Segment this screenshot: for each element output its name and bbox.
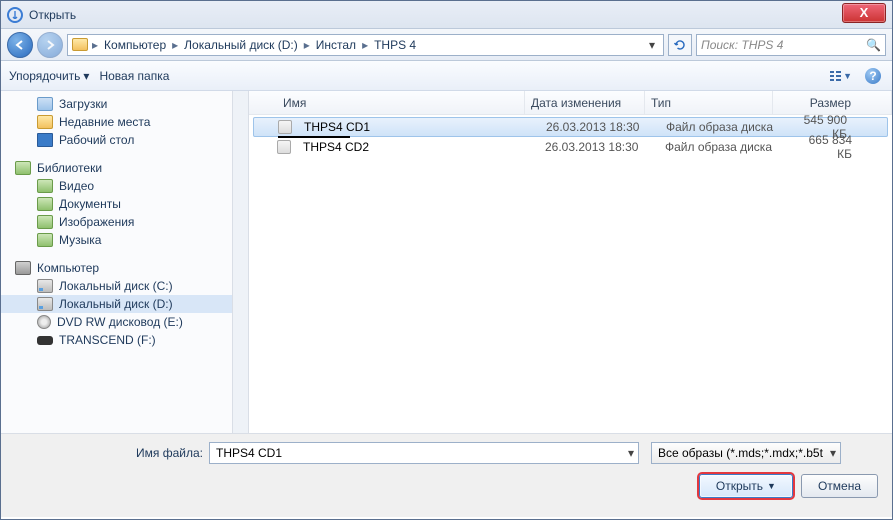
libraries-icon xyxy=(15,161,31,175)
cancel-button[interactable]: Отмена xyxy=(801,474,878,498)
navigation-tree: Загрузки Недавние места Рабочий стол Биб… xyxy=(1,91,233,433)
breadcrumb[interactable]: Инстал xyxy=(314,38,358,52)
column-size[interactable]: Размер xyxy=(773,91,892,114)
address-bar[interactable]: ▸ Компьютер ▸ Локальный диск (D:) ▸ Инст… xyxy=(67,34,664,56)
file-date: 26.03.2013 18:30 xyxy=(540,120,660,134)
video-icon xyxy=(37,179,53,193)
sidebar-group-libraries[interactable]: Библиотеки xyxy=(1,159,232,177)
drive-icon xyxy=(37,279,53,293)
breadcrumb[interactable]: Компьютер xyxy=(102,38,168,52)
file-size: 665 834 КБ xyxy=(787,133,892,161)
breadcrumb[interactable]: Локальный диск (D:) xyxy=(182,38,300,52)
sidebar-item-documents[interactable]: Документы xyxy=(1,195,232,213)
recent-icon xyxy=(37,115,53,129)
dvd-icon xyxy=(37,315,51,329)
sidebar-item-transcend[interactable]: TRANSCEND (F:) xyxy=(1,331,232,349)
breadcrumb[interactable]: THPS 4 xyxy=(372,38,418,52)
navigation-bar: ▸ Компьютер ▸ Локальный диск (D:) ▸ Инст… xyxy=(1,29,892,61)
back-button[interactable] xyxy=(7,32,33,58)
search-input[interactable]: Поиск: THPS 4 🔍 xyxy=(696,34,886,56)
help-button[interactable]: ? xyxy=(862,65,884,87)
file-type: Файл образа диска xyxy=(659,140,787,154)
file-date: 26.03.2013 18:30 xyxy=(539,140,659,154)
dialog-body: Загрузки Недавние места Рабочий стол Биб… xyxy=(1,91,892,433)
sidebar-item-recent[interactable]: Недавние места xyxy=(1,113,232,131)
new-folder-button[interactable]: Новая папка xyxy=(99,69,169,83)
chevron-right-icon[interactable]: ▸ xyxy=(170,38,180,52)
sidebar-item-drive-d[interactable]: Локальный диск (D:) xyxy=(1,295,232,313)
column-name[interactable]: Имя xyxy=(277,91,525,114)
column-date[interactable]: Дата изменения xyxy=(525,91,645,114)
sidebar-item-pictures[interactable]: Изображения xyxy=(1,213,232,231)
sidebar-group-computer[interactable]: Компьютер xyxy=(1,259,232,277)
help-icon: ? xyxy=(865,68,881,84)
chevron-right-icon[interactable]: ▸ xyxy=(90,38,100,52)
close-button[interactable]: X xyxy=(842,3,886,23)
chevron-right-icon[interactable]: ▸ xyxy=(302,38,312,52)
sidebar-item-video[interactable]: Видео xyxy=(1,177,232,195)
chevron-right-icon[interactable]: ▸ xyxy=(360,38,370,52)
refresh-button[interactable] xyxy=(668,34,692,56)
usb-icon xyxy=(37,336,53,345)
sidebar-item-dvd[interactable]: DVD RW дисковод (E:) xyxy=(1,313,232,331)
dialog-footer: Имя файла: THPS4 CD1 ▾ Все образы (*.mds… xyxy=(1,433,892,517)
organize-menu[interactable]: Упорядочить ▾ xyxy=(9,69,89,83)
app-icon xyxy=(7,7,23,23)
chevron-down-icon[interactable]: ▾ xyxy=(830,446,836,460)
sidebar-item-downloads[interactable]: Загрузки xyxy=(1,95,232,113)
file-list-pane: Имя Дата изменения Тип Размер THPS4 CD1 … xyxy=(249,91,892,433)
split-chevron-icon: ▼ xyxy=(767,481,776,491)
column-headers: Имя Дата изменения Тип Размер xyxy=(249,91,892,115)
open-button[interactable]: Открыть ▼ xyxy=(699,474,793,498)
file-icon xyxy=(277,140,291,154)
drive-icon xyxy=(37,297,53,311)
open-file-dialog: Открыть X ▸ Компьютер ▸ Локальный диск (… xyxy=(0,0,893,520)
desktop-icon xyxy=(37,133,53,147)
file-type: Файл образа диска xyxy=(660,120,788,134)
downloads-icon xyxy=(37,97,53,111)
computer-icon xyxy=(15,261,31,275)
file-name: THPS4 CD1 xyxy=(298,120,540,134)
file-icon xyxy=(278,120,292,134)
file-row[interactable]: THPS4 CD2 26.03.2013 18:30 Файл образа д… xyxy=(249,137,892,157)
toolbar: Упорядочить ▾ Новая папка ▼ ? xyxy=(1,61,892,91)
chevron-down-icon[interactable]: ▾ xyxy=(628,446,634,460)
file-name: THPS4 CD2 xyxy=(297,140,539,154)
filename-input[interactable]: THPS4 CD1 ▾ xyxy=(209,442,639,464)
pictures-icon xyxy=(37,215,53,229)
sidebar-item-music[interactable]: Музыка xyxy=(1,231,232,249)
sidebar-scrollbar[interactable] xyxy=(233,91,249,433)
sidebar-item-desktop[interactable]: Рабочий стол xyxy=(1,131,232,149)
documents-icon xyxy=(37,197,53,211)
view-options-button[interactable]: ▼ xyxy=(830,65,852,87)
file-list: THPS4 CD1 26.03.2013 18:30 Файл образа д… xyxy=(249,115,892,433)
folder-icon xyxy=(72,38,88,51)
chevron-down-icon: ▼ xyxy=(843,71,852,81)
search-placeholder: Поиск: THPS 4 xyxy=(701,38,783,52)
chevron-down-icon: ▾ xyxy=(83,69,89,83)
search-icon: 🔍 xyxy=(866,38,881,52)
address-dropdown[interactable]: ▾ xyxy=(645,38,659,52)
music-icon xyxy=(37,233,53,247)
sidebar-item-drive-c[interactable]: Локальный диск (C:) xyxy=(1,277,232,295)
column-type[interactable]: Тип xyxy=(645,91,773,114)
filename-label: Имя файла: xyxy=(13,446,203,460)
file-type-filter[interactable]: Все образы (*.mds;*.mdx;*.b5t ▾ xyxy=(651,442,841,464)
window-title: Открыть xyxy=(29,8,76,22)
forward-button[interactable] xyxy=(37,32,63,58)
titlebar: Открыть X xyxy=(1,1,892,29)
